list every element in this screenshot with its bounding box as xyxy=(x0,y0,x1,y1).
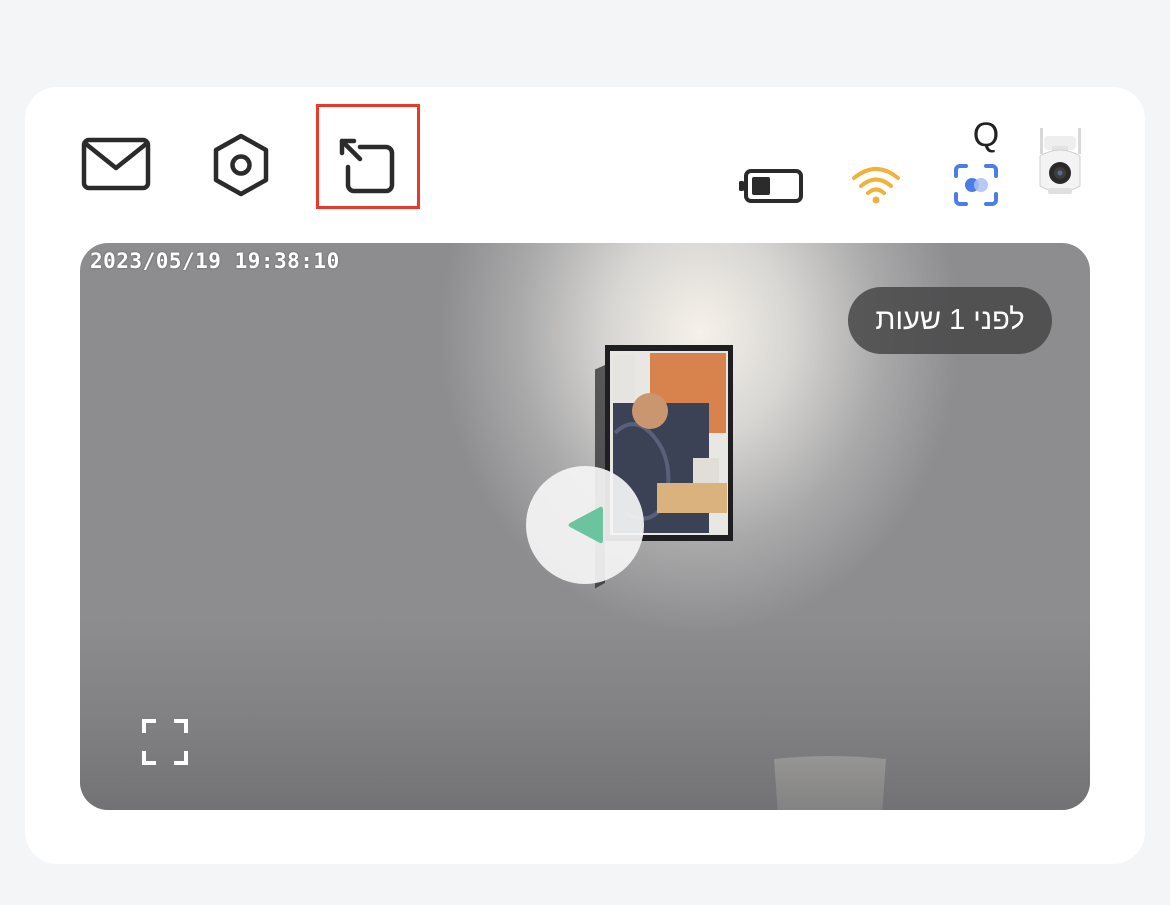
video-timestamp: 2023/05/19 19:38:10 xyxy=(90,249,340,273)
video-shade xyxy=(80,620,1090,810)
wifi-icon xyxy=(852,167,900,204)
play-button[interactable] xyxy=(526,466,644,584)
fullscreen-icon xyxy=(142,719,188,765)
device-name: Q xyxy=(972,116,1000,154)
highlight-box xyxy=(316,104,420,209)
motion-detection-icon xyxy=(954,164,998,206)
last-update-badge: לפני 1 שעות xyxy=(848,287,1052,354)
settings-icon xyxy=(213,133,269,197)
play-icon xyxy=(568,506,603,544)
messages-button[interactable] xyxy=(78,133,154,195)
settings-button[interactable] xyxy=(208,130,274,200)
live-video-preview[interactable]: 2023/05/19 19:38:10 לפני 1 שעות xyxy=(80,243,1090,810)
camera-icon xyxy=(1039,128,1081,194)
fullscreen-button[interactable] xyxy=(140,717,190,767)
battery-icon xyxy=(739,169,803,203)
mail-icon xyxy=(81,137,151,191)
